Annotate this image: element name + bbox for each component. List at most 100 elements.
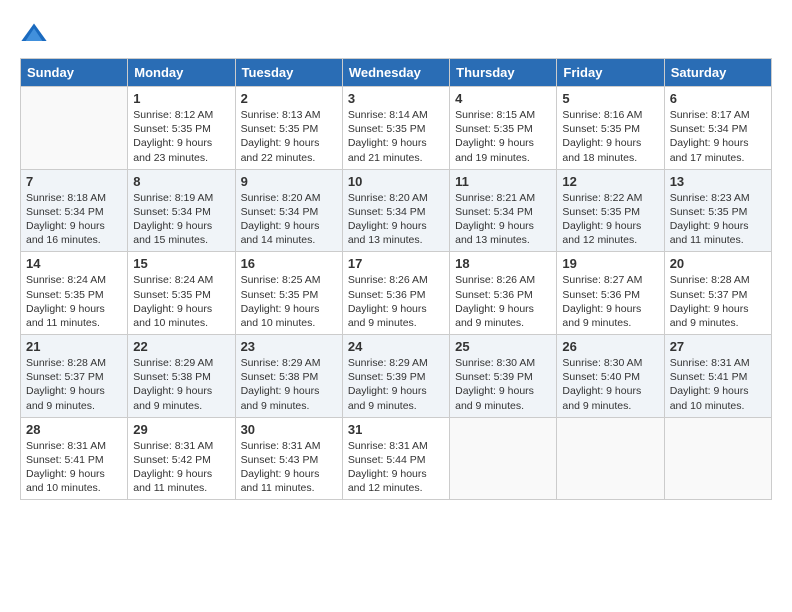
calendar-cell: 15 Sunrise: 8:24 AMSunset: 5:35 PMDayligh… xyxy=(128,252,235,335)
day-number: 8 xyxy=(133,174,229,189)
calendar-cell: 9 Sunrise: 8:20 AMSunset: 5:34 PMDaylight… xyxy=(235,169,342,252)
cell-info: Sunrise: 8:20 AMSunset: 5:34 PMDaylight:… xyxy=(241,191,337,248)
cell-info: Sunrise: 8:18 AMSunset: 5:34 PMDaylight:… xyxy=(26,191,122,248)
day-number: 3 xyxy=(348,91,444,106)
calendar-cell: 26 Sunrise: 8:30 AMSunset: 5:40 PMDayligh… xyxy=(557,335,664,418)
logo-icon xyxy=(20,20,48,48)
calendar-cell: 28 Sunrise: 8:31 AMSunset: 5:41 PMDayligh… xyxy=(21,417,128,500)
cell-info: Sunrise: 8:19 AMSunset: 5:34 PMDaylight:… xyxy=(133,191,229,248)
calendar-cell: 24Sunrise: 8:29 AMSunset: 5:39 PMDayligh… xyxy=(342,335,449,418)
calendar-cell: 1 Sunrise: 8:12 AMSunset: 5:35 PMDaylight… xyxy=(128,87,235,170)
calendar-cell: 6Sunrise: 8:17 AMSunset: 5:34 PMDaylight… xyxy=(664,87,771,170)
cell-info: Sunrise: 8:31 AMSunset: 5:42 PMDaylight:… xyxy=(133,439,229,496)
calendar-cell: 12 Sunrise: 8:22 AMSunset: 5:35 PMDayligh… xyxy=(557,169,664,252)
calendar-cell: 13 Sunrise: 8:23 AMSunset: 5:35 PMDayligh… xyxy=(664,169,771,252)
cell-info: Sunrise: 8:12 AMSunset: 5:35 PMDaylight:… xyxy=(133,108,229,165)
cell-info: Sunrise: 8:31 AMSunset: 5:43 PMDaylight:… xyxy=(241,439,337,496)
day-number: 7 xyxy=(26,174,122,189)
calendar-cell: 14 Sunrise: 8:24 AMSunset: 5:35 PMDayligh… xyxy=(21,252,128,335)
day-number: 23 xyxy=(241,339,337,354)
cell-info: Sunrise: 8:31 AMSunset: 5:41 PMDaylight:… xyxy=(670,356,766,413)
day-number: 20 xyxy=(670,256,766,271)
weekday-header-row: SundayMondayTuesdayWednesdayThursdayFrid… xyxy=(21,59,772,87)
day-number: 26 xyxy=(562,339,658,354)
calendar-cell: 18 Sunrise: 8:26 AMSunset: 5:36 PMDayligh… xyxy=(450,252,557,335)
weekday-header-wednesday: Wednesday xyxy=(342,59,449,87)
day-number: 9 xyxy=(241,174,337,189)
calendar-cell: 5 Sunrise: 8:16 AMSunset: 5:35 PMDaylight… xyxy=(557,87,664,170)
day-number: 25 xyxy=(455,339,551,354)
day-number: 17 xyxy=(348,256,444,271)
calendar-cell: 21 Sunrise: 8:28 AMSunset: 5:37 PMDayligh… xyxy=(21,335,128,418)
day-number: 11 xyxy=(455,174,551,189)
calendar-cell: 25 Sunrise: 8:30 AMSunset: 5:39 PMDayligh… xyxy=(450,335,557,418)
calendar-cell: 17 Sunrise: 8:26 AMSunset: 5:36 PMDayligh… xyxy=(342,252,449,335)
calendar-table: SundayMondayTuesdayWednesdayThursdayFrid… xyxy=(20,58,772,500)
calendar-cell: 8 Sunrise: 8:19 AMSunset: 5:34 PMDaylight… xyxy=(128,169,235,252)
day-number: 15 xyxy=(133,256,229,271)
cell-info: Sunrise: 8:29 AMSunset: 5:38 PMDaylight:… xyxy=(241,356,337,413)
day-number: 29 xyxy=(133,422,229,437)
calendar-cell: 20 Sunrise: 8:28 AMSunset: 5:37 PMDayligh… xyxy=(664,252,771,335)
weekday-header-sunday: Sunday xyxy=(21,59,128,87)
cell-info: Sunrise: 8:27 AMSunset: 5:36 PMDaylight:… xyxy=(562,273,658,330)
calendar-cell: 29 Sunrise: 8:31 AMSunset: 5:42 PMDayligh… xyxy=(128,417,235,500)
cell-info: Sunrise: 8:21 AMSunset: 5:34 PMDaylight:… xyxy=(455,191,551,248)
day-number: 18 xyxy=(455,256,551,271)
cell-info: Sunrise: 8:26 AMSunset: 5:36 PMDaylight:… xyxy=(455,273,551,330)
cell-info: Sunrise: 8:20 AMSunset: 5:34 PMDaylight:… xyxy=(348,191,444,248)
calendar-cell xyxy=(664,417,771,500)
day-number: 5 xyxy=(562,91,658,106)
weekday-header-friday: Friday xyxy=(557,59,664,87)
cell-info: Sunrise: 8:24 AMSunset: 5:35 PMDaylight:… xyxy=(133,273,229,330)
calendar-cell: 3 Sunrise: 8:14 AMSunset: 5:35 PMDaylight… xyxy=(342,87,449,170)
cell-info: Sunrise: 8:28 AMSunset: 5:37 PMDaylight:… xyxy=(26,356,122,413)
day-number: 31 xyxy=(348,422,444,437)
cell-info: Sunrise: 8:22 AMSunset: 5:35 PMDaylight:… xyxy=(562,191,658,248)
weekday-header-saturday: Saturday xyxy=(664,59,771,87)
cell-info: Sunrise: 8:30 AMSunset: 5:39 PMDaylight:… xyxy=(455,356,551,413)
day-number: 6 xyxy=(670,91,766,106)
calendar-cell: 31 Sunrise: 8:31 AMSunset: 5:44 PMDayligh… xyxy=(342,417,449,500)
calendar-cell: 22Sunrise: 8:29 AMSunset: 5:38 PMDayligh… xyxy=(128,335,235,418)
week-row-3: 21 Sunrise: 8:28 AMSunset: 5:37 PMDayligh… xyxy=(21,335,772,418)
day-number: 30 xyxy=(241,422,337,437)
week-row-2: 14 Sunrise: 8:24 AMSunset: 5:35 PMDayligh… xyxy=(21,252,772,335)
day-number: 24 xyxy=(348,339,444,354)
week-row-1: 7 Sunrise: 8:18 AMSunset: 5:34 PMDaylight… xyxy=(21,169,772,252)
calendar-cell: 19 Sunrise: 8:27 AMSunset: 5:36 PMDayligh… xyxy=(557,252,664,335)
day-number: 1 xyxy=(133,91,229,106)
cell-info: Sunrise: 8:16 AMSunset: 5:35 PMDaylight:… xyxy=(562,108,658,165)
cell-info: Sunrise: 8:31 AMSunset: 5:41 PMDaylight:… xyxy=(26,439,122,496)
day-number: 10 xyxy=(348,174,444,189)
cell-info: Sunrise: 8:14 AMSunset: 5:35 PMDaylight:… xyxy=(348,108,444,165)
day-number: 27 xyxy=(670,339,766,354)
day-number: 13 xyxy=(670,174,766,189)
calendar-cell xyxy=(21,87,128,170)
cell-info: Sunrise: 8:28 AMSunset: 5:37 PMDaylight:… xyxy=(670,273,766,330)
calendar-cell: 10 Sunrise: 8:20 AMSunset: 5:34 PMDayligh… xyxy=(342,169,449,252)
cell-info: Sunrise: 8:30 AMSunset: 5:40 PMDaylight:… xyxy=(562,356,658,413)
day-number: 21 xyxy=(26,339,122,354)
calendar-cell: 7 Sunrise: 8:18 AMSunset: 5:34 PMDaylight… xyxy=(21,169,128,252)
calendar-cell: 23 Sunrise: 8:29 AMSunset: 5:38 PMDayligh… xyxy=(235,335,342,418)
weekday-header-monday: Monday xyxy=(128,59,235,87)
week-row-0: 1 Sunrise: 8:12 AMSunset: 5:35 PMDaylight… xyxy=(21,87,772,170)
week-row-4: 28 Sunrise: 8:31 AMSunset: 5:41 PMDayligh… xyxy=(21,417,772,500)
day-number: 16 xyxy=(241,256,337,271)
day-number: 12 xyxy=(562,174,658,189)
day-number: 28 xyxy=(26,422,122,437)
day-number: 22 xyxy=(133,339,229,354)
cell-info: Sunrise: 8:24 AMSunset: 5:35 PMDaylight:… xyxy=(26,273,122,330)
calendar-cell: 4Sunrise: 8:15 AMSunset: 5:35 PMDaylight… xyxy=(450,87,557,170)
cell-info: Sunrise: 8:26 AMSunset: 5:36 PMDaylight:… xyxy=(348,273,444,330)
calendar-cell: 27 Sunrise: 8:31 AMSunset: 5:41 PMDayligh… xyxy=(664,335,771,418)
weekday-header-tuesday: Tuesday xyxy=(235,59,342,87)
cell-info: Sunrise: 8:31 AMSunset: 5:44 PMDaylight:… xyxy=(348,439,444,496)
day-number: 2 xyxy=(241,91,337,106)
calendar-cell: 30 Sunrise: 8:31 AMSunset: 5:43 PMDayligh… xyxy=(235,417,342,500)
cell-info: Sunrise: 8:23 AMSunset: 5:35 PMDaylight:… xyxy=(670,191,766,248)
day-number: 19 xyxy=(562,256,658,271)
calendar-cell: 11 Sunrise: 8:21 AMSunset: 5:34 PMDayligh… xyxy=(450,169,557,252)
day-number: 14 xyxy=(26,256,122,271)
